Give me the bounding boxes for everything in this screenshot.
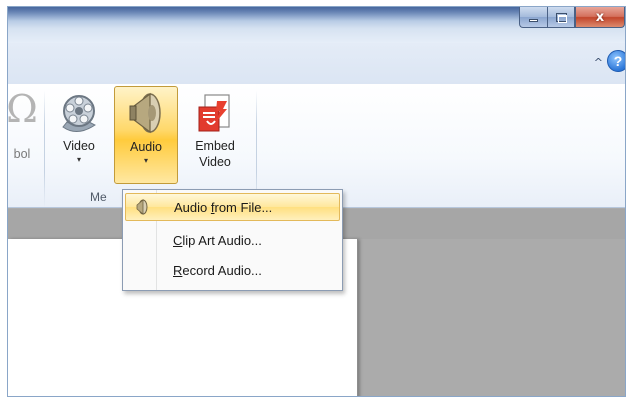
video-label: Video <box>63 139 95 153</box>
speaker-icon <box>126 199 156 215</box>
symbol-icon: Ω <box>7 87 38 131</box>
menu-item-label: Audio from File... <box>174 199 273 215</box>
powerpoint-window: x ^ ? Ω bol Video ▾ Audio ▾ Embed Video … <box>7 6 626 397</box>
audio-button[interactable]: Audio ▾ <box>114 86 178 184</box>
chevron-down-icon: ▾ <box>143 156 148 165</box>
chevron-down-icon: ▾ <box>76 155 81 164</box>
ribbon-tab-row: ^ ? <box>8 43 625 84</box>
minimize-button[interactable] <box>519 7 547 28</box>
title-bar: x <box>8 7 625 43</box>
restore-button[interactable] <box>547 7 575 28</box>
menu-item-label: Record Audio... <box>173 262 262 278</box>
embed-label-line1: Embed <box>195 139 235 153</box>
menu-item-clip-art-audio[interactable]: Clip Art Audio... <box>125 226 340 254</box>
help-button[interactable]: ? <box>607 50 625 72</box>
audio-label: Audio <box>130 140 162 154</box>
symbol-button[interactable]: Ω bol <box>7 87 42 162</box>
embed-video-button[interactable]: Embed Video <box>184 88 246 170</box>
video-button[interactable]: Video ▾ <box>54 88 104 166</box>
media-group-label: Me <box>90 190 107 204</box>
embed-label-line2: Video <box>199 155 231 169</box>
close-button[interactable]: x <box>575 7 625 28</box>
close-icon: x <box>595 9 605 25</box>
menu-item-label: Clip Art Audio... <box>173 232 262 248</box>
group-separator <box>44 90 45 208</box>
menu-item-audio-from-file[interactable]: Audio from File... <box>125 193 340 221</box>
flash-document-icon <box>184 88 246 138</box>
menu-item-record-audio[interactable]: Record Audio... <box>125 256 340 284</box>
minimize-icon <box>529 18 538 22</box>
audio-dropdown-menu: Audio from File... Clip Art Audio... Rec… <box>122 189 343 291</box>
speaker-icon <box>115 87 177 139</box>
restore-icon <box>555 12 567 23</box>
window-controls: x <box>519 7 625 28</box>
collapse-ribbon-button[interactable]: ^ <box>594 56 603 69</box>
film-reel-icon <box>54 88 104 138</box>
symbol-label: bol <box>13 147 31 161</box>
